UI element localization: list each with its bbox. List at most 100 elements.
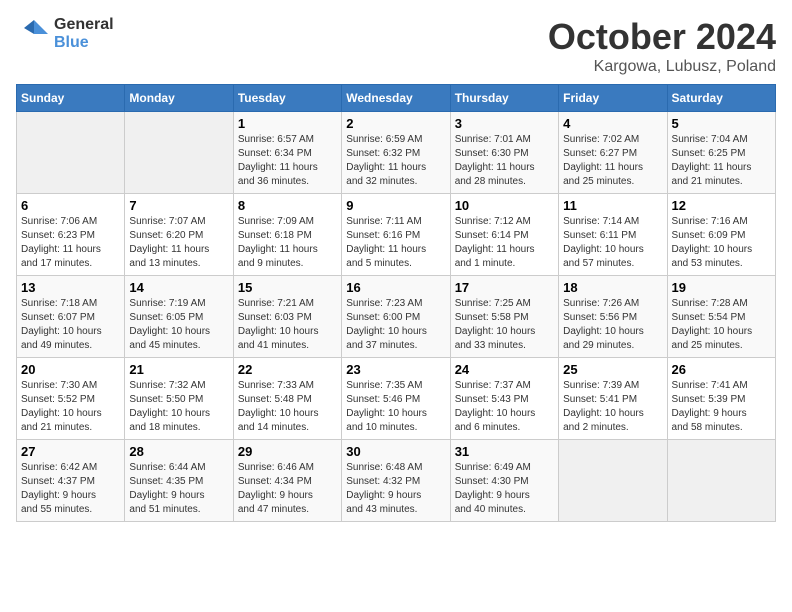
day-number: 26: [672, 362, 771, 377]
day-number: 17: [455, 280, 554, 295]
calendar-cell: 6Sunrise: 7:06 AM Sunset: 6:23 PM Daylig…: [17, 194, 125, 276]
week-row-2: 6Sunrise: 7:06 AM Sunset: 6:23 PM Daylig…: [17, 194, 776, 276]
day-number: 27: [21, 444, 120, 459]
weekday-header-tuesday: Tuesday: [233, 85, 341, 112]
day-info: Sunrise: 7:04 AM Sunset: 6:25 PM Dayligh…: [672, 133, 771, 189]
weekday-header-friday: Friday: [559, 85, 667, 112]
day-number: 6: [21, 198, 120, 213]
weekday-header-sunday: Sunday: [17, 85, 125, 112]
day-info: Sunrise: 7:32 AM Sunset: 5:50 PM Dayligh…: [129, 379, 228, 435]
calendar-cell: [17, 112, 125, 194]
weekday-header-row: SundayMondayTuesdayWednesdayThursdayFrid…: [17, 85, 776, 112]
calendar-cell: 25Sunrise: 7:39 AM Sunset: 5:41 PM Dayli…: [559, 358, 667, 440]
day-info: Sunrise: 7:16 AM Sunset: 6:09 PM Dayligh…: [672, 215, 771, 271]
day-number: 9: [346, 198, 445, 213]
calendar-cell: 29 Sunrise: 6:46 AM Sunset: 4:34 PM Dayli…: [233, 440, 341, 522]
calendar-cell: 8 Sunrise: 7:09 AM Sunset: 6:18 PM Daylig…: [233, 194, 341, 276]
day-number: 20: [21, 362, 120, 377]
day-info: Sunrise: 7:09 AM Sunset: 6:18 PM Dayligh…: [238, 215, 337, 271]
calendar-cell: [125, 112, 233, 194]
day-number: 13: [21, 280, 120, 295]
calendar-cell: 24 Sunrise: 7:37 AM Sunset: 5:43 PM Dayli…: [450, 358, 558, 440]
day-info: Sunrise: 7:35 AM Sunset: 5:46 PM Dayligh…: [346, 379, 445, 435]
day-info: Sunrise: 7:25 AM Sunset: 5:58 PM Dayligh…: [455, 297, 554, 353]
day-number: 1: [238, 116, 337, 131]
day-number: 30: [346, 444, 445, 459]
calendar-cell: 9 Sunrise: 7:11 AM Sunset: 6:16 PM Daylig…: [342, 194, 450, 276]
day-info: Sunrise: 7:01 AM Sunset: 6:30 PM Dayligh…: [455, 133, 554, 189]
calendar-cell: 23 Sunrise: 7:35 AM Sunset: 5:46 PM Dayli…: [342, 358, 450, 440]
calendar-cell: 3Sunrise: 7:01 AM Sunset: 6:30 PM Daylig…: [450, 112, 558, 194]
calendar-cell: 4 Sunrise: 7:02 AM Sunset: 6:27 PM Daylig…: [559, 112, 667, 194]
calendar-cell: [559, 440, 667, 522]
logo: General Blue: [16, 16, 114, 52]
calendar-cell: 21 Sunrise: 7:32 AM Sunset: 5:50 PM Dayli…: [125, 358, 233, 440]
day-info: Sunrise: 7:11 AM Sunset: 6:16 PM Dayligh…: [346, 215, 445, 271]
day-number: 18: [563, 280, 662, 295]
day-info: Sunrise: 6:42 AM Sunset: 4:37 PM Dayligh…: [21, 461, 120, 517]
calendar-cell: 16Sunrise: 7:23 AM Sunset: 6:00 PM Dayli…: [342, 276, 450, 358]
day-info: Sunrise: 7:23 AM Sunset: 6:00 PM Dayligh…: [346, 297, 445, 353]
day-info: Sunrise: 6:57 AM Sunset: 6:34 PM Dayligh…: [238, 133, 337, 189]
calendar-table: SundayMondayTuesdayWednesdayThursdayFrid…: [16, 84, 776, 522]
day-number: 12: [672, 198, 771, 213]
title-section: October 2024 Kargowa, Lubusz, Poland: [548, 16, 776, 76]
calendar-cell: 18 Sunrise: 7:26 AM Sunset: 5:56 PM Dayli…: [559, 276, 667, 358]
day-number: 29: [238, 444, 337, 459]
day-info: Sunrise: 7:37 AM Sunset: 5:43 PM Dayligh…: [455, 379, 554, 435]
weekday-header-thursday: Thursday: [450, 85, 558, 112]
logo-text-blue: Blue: [54, 34, 114, 52]
day-info: Sunrise: 7:21 AM Sunset: 6:03 PM Dayligh…: [238, 297, 337, 353]
calendar-cell: 27 Sunrise: 6:42 AM Sunset: 4:37 PM Dayli…: [17, 440, 125, 522]
day-number: 22: [238, 362, 337, 377]
calendar-cell: 26 Sunrise: 7:41 AM Sunset: 5:39 PM Dayli…: [667, 358, 775, 440]
day-info: Sunrise: 6:46 AM Sunset: 4:34 PM Dayligh…: [238, 461, 337, 517]
day-number: 24: [455, 362, 554, 377]
day-number: 19: [672, 280, 771, 295]
day-info: Sunrise: 6:59 AM Sunset: 6:32 PM Dayligh…: [346, 133, 445, 189]
calendar-cell: 2 Sunrise: 6:59 AM Sunset: 6:32 PM Daylig…: [342, 112, 450, 194]
calendar-cell: 7Sunrise: 7:07 AM Sunset: 6:20 PM Daylig…: [125, 194, 233, 276]
day-info: Sunrise: 7:02 AM Sunset: 6:27 PM Dayligh…: [563, 133, 662, 189]
location-title: Kargowa, Lubusz, Poland: [548, 58, 776, 76]
day-info: Sunrise: 7:28 AM Sunset: 5:54 PM Dayligh…: [672, 297, 771, 353]
day-info: Sunrise: 7:18 AM Sunset: 6:07 PM Dayligh…: [21, 297, 120, 353]
calendar-cell: 31Sunrise: 6:49 AM Sunset: 4:30 PM Dayli…: [450, 440, 558, 522]
calendar-cell: 20 Sunrise: 7:30 AM Sunset: 5:52 PM Dayli…: [17, 358, 125, 440]
day-info: Sunrise: 6:49 AM Sunset: 4:30 PM Dayligh…: [455, 461, 554, 517]
calendar-cell: 17 Sunrise: 7:25 AM Sunset: 5:58 PM Dayli…: [450, 276, 558, 358]
day-info: Sunrise: 7:14 AM Sunset: 6:11 PM Dayligh…: [563, 215, 662, 271]
week-row-4: 20 Sunrise: 7:30 AM Sunset: 5:52 PM Dayli…: [17, 358, 776, 440]
calendar-cell: 14Sunrise: 7:19 AM Sunset: 6:05 PM Dayli…: [125, 276, 233, 358]
calendar-cell: 11Sunrise: 7:14 AM Sunset: 6:11 PM Dayli…: [559, 194, 667, 276]
week-row-5: 27 Sunrise: 6:42 AM Sunset: 4:37 PM Dayli…: [17, 440, 776, 522]
calendar-cell: 19 Sunrise: 7:28 AM Sunset: 5:54 PM Dayli…: [667, 276, 775, 358]
day-number: 25: [563, 362, 662, 377]
day-info: Sunrise: 6:44 AM Sunset: 4:35 PM Dayligh…: [129, 461, 228, 517]
calendar-cell: 13 Sunrise: 7:18 AM Sunset: 6:07 PM Dayli…: [17, 276, 125, 358]
day-number: 7: [129, 198, 228, 213]
day-info: Sunrise: 6:48 AM Sunset: 4:32 PM Dayligh…: [346, 461, 445, 517]
calendar-cell: 22Sunrise: 7:33 AM Sunset: 5:48 PM Dayli…: [233, 358, 341, 440]
calendar-cell: 12 Sunrise: 7:16 AM Sunset: 6:09 PM Dayli…: [667, 194, 775, 276]
day-info: Sunrise: 7:12 AM Sunset: 6:14 PM Dayligh…: [455, 215, 554, 271]
day-number: 15: [238, 280, 337, 295]
calendar-cell: 5 Sunrise: 7:04 AM Sunset: 6:25 PM Daylig…: [667, 112, 775, 194]
logo-bird-icon: [16, 16, 52, 52]
day-number: 4: [563, 116, 662, 131]
day-number: 8: [238, 198, 337, 213]
day-number: 28: [129, 444, 228, 459]
day-number: 5: [672, 116, 771, 131]
calendar-cell: 15 Sunrise: 7:21 AM Sunset: 6:03 PM Dayli…: [233, 276, 341, 358]
day-number: 21: [129, 362, 228, 377]
day-number: 23: [346, 362, 445, 377]
day-number: 10: [455, 198, 554, 213]
week-row-1: 1 Sunrise: 6:57 AM Sunset: 6:34 PM Daylig…: [17, 112, 776, 194]
day-info: Sunrise: 7:19 AM Sunset: 6:05 PM Dayligh…: [129, 297, 228, 353]
day-number: 2: [346, 116, 445, 131]
day-info: Sunrise: 7:30 AM Sunset: 5:52 PM Dayligh…: [21, 379, 120, 435]
calendar-cell: 10 Sunrise: 7:12 AM Sunset: 6:14 PM Dayli…: [450, 194, 558, 276]
day-info: Sunrise: 7:26 AM Sunset: 5:56 PM Dayligh…: [563, 297, 662, 353]
logo-text-general: General: [54, 16, 114, 34]
day-info: Sunrise: 7:41 AM Sunset: 5:39 PM Dayligh…: [672, 379, 771, 435]
